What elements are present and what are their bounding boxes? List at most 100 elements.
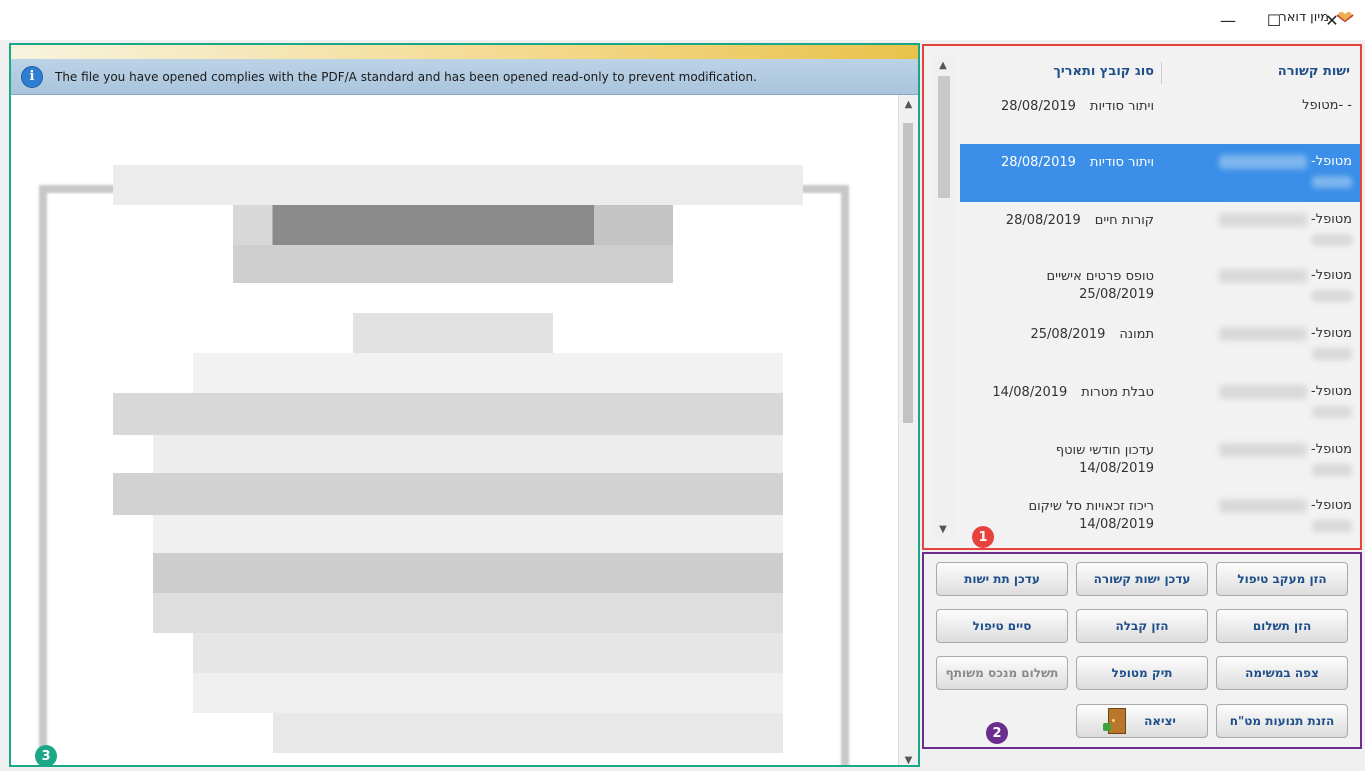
redacted-name	[1219, 212, 1307, 227]
redacted-name	[1312, 520, 1352, 532]
update-related-entity-button[interactable]: עדכן ישות קשורה	[1076, 562, 1208, 596]
row-date: 14/08/2019	[1079, 517, 1154, 532]
row-type: טופס פרטים אישיים	[1046, 269, 1154, 284]
pdf-viewer-pane: i The file you have opened complies with…	[9, 43, 920, 767]
blurred-line-4	[153, 435, 783, 473]
scroll-down-icon[interactable]: ▼	[899, 751, 918, 766]
list-scroll-down-icon[interactable]: ▼	[932, 520, 954, 538]
row-entity-cell: מטופל-	[1219, 212, 1352, 246]
header-file-type-date[interactable]: סוג קובץ ותאריך	[1053, 64, 1154, 79]
row-date: 28/08/2019	[1000, 99, 1076, 114]
viewer-scrollbar[interactable]: ▲ ▼	[898, 95, 918, 766]
row-type-date: ריכוז זכאויות סל שיקום 14/08/2019	[974, 498, 1155, 534]
blurred-line-7	[153, 553, 783, 593]
blurred-line-10	[193, 673, 783, 713]
row-type-date: טבלת מטרות 14/08/2019	[974, 384, 1154, 402]
row-entity: מטופל-	[1311, 268, 1352, 283]
list-item[interactable]: מטופל- טופס פרטים אישיים 25/08/2019	[960, 258, 1360, 316]
row-entity-cell: מטופל-	[1219, 498, 1352, 532]
row-entity-cell: מטופל-	[1219, 326, 1352, 360]
exit-label: יציאה	[1144, 714, 1176, 728]
blurred-line-8	[153, 593, 783, 633]
pdfa-info-bar: i The file you have opened complies with…	[11, 59, 918, 95]
pdf-document-page[interactable]	[11, 95, 899, 765]
list-item[interactable]: מטופל- עדכון חודשי שוטף 14/08/2019	[960, 432, 1360, 490]
redacted-name	[1219, 154, 1307, 169]
door-exit-icon	[1103, 708, 1127, 734]
file-list-pane: ▲ ▼ ישות קשורה סוג קובץ ותאריך - -מטופל …	[922, 44, 1362, 550]
row-type-date: תמונה 25/08/2019	[974, 326, 1154, 344]
view-task-button[interactable]: צפה במשימה	[1216, 656, 1348, 690]
scroll-up-icon[interactable]: ▲	[899, 95, 918, 113]
redacted-name	[1219, 384, 1307, 399]
blurred-line-11	[273, 713, 783, 753]
redacted-name	[1312, 234, 1352, 246]
row-type: עדכון חודשי שוטף	[1055, 443, 1154, 458]
enter-receipt-button[interactable]: הזן קבלה	[1076, 609, 1208, 643]
header-related-entity[interactable]: ישות קשורה	[1278, 64, 1350, 79]
row-entity: - -מטופל	[1302, 98, 1352, 113]
list-item[interactable]: - -מטופל ויתור סודיות 28/08/2019	[960, 88, 1360, 146]
row-entity-cell: מטופל-	[1219, 154, 1352, 188]
row-date: 28/08/2019	[1000, 155, 1076, 170]
redacted-name	[1312, 464, 1352, 476]
blurred-subtitle	[233, 245, 673, 283]
redacted-name	[1312, 406, 1352, 418]
redacted-name	[1219, 442, 1307, 457]
row-date: 14/08/2019	[992, 385, 1068, 400]
list-scrollbar[interactable]: ▲ ▼	[932, 54, 954, 540]
blurred-line-1	[353, 313, 553, 353]
close-button[interactable]: ✕	[1309, 0, 1355, 40]
exit-button[interactable]: יציאה	[1076, 704, 1208, 738]
list-scroll-up-icon[interactable]: ▲	[932, 56, 954, 74]
row-type-date: ויתור סודיות 28/08/2019	[974, 154, 1154, 172]
row-entity-cell: מטופל-	[1219, 442, 1352, 476]
row-type-date: קורות חיים 28/08/2019	[974, 212, 1154, 230]
redacted-name	[1219, 498, 1307, 513]
row-date: 28/08/2019	[1005, 213, 1081, 228]
blurred-line-2	[193, 353, 783, 393]
row-entity-cell: מטופל-	[1219, 384, 1352, 418]
list-header: ישות קשורה סוג קובץ ותאריך	[960, 58, 1358, 88]
update-sub-entity-button[interactable]: עדכן תת ישות	[936, 562, 1068, 596]
row-entity: מטופל-	[1311, 498, 1352, 513]
row-entity: מטופל-	[1311, 154, 1352, 169]
viewer-scroll-thumb[interactable]	[903, 123, 913, 423]
blurred-title	[233, 205, 673, 245]
row-type: טבלת מטרות	[1081, 385, 1154, 400]
redacted-name	[1219, 326, 1307, 341]
list-item[interactable]: מטופל- תמונה 25/08/2019	[960, 316, 1360, 374]
enter-payment-button[interactable]: הזן תשלום	[1216, 609, 1348, 643]
info-icon: i	[21, 65, 43, 88]
blurred-header	[113, 165, 803, 205]
row-type: תמונה	[1119, 327, 1154, 342]
shared-asset-payment-button[interactable]: תשלום מנכס משותף	[936, 656, 1068, 690]
patient-file-button[interactable]: תיק מטופל	[1076, 656, 1208, 690]
header-divider	[1161, 62, 1162, 84]
viewer-top-bar	[11, 45, 918, 59]
row-type: ריכוז זכאויות סל שיקום	[1028, 499, 1155, 514]
enter-tracking-button[interactable]: הזן מעקב טיפול	[1216, 562, 1348, 596]
row-type-date: טופס פרטים אישיים 25/08/2019	[974, 268, 1154, 304]
title-bar: מיון דואר — ☐ ✕	[0, 0, 1365, 40]
list-scroll-thumb[interactable]	[938, 76, 950, 198]
redacted-name	[1312, 348, 1352, 360]
minimize-button[interactable]: —	[1205, 0, 1251, 40]
redacted-name	[1312, 290, 1352, 302]
list-item-selected[interactable]: מטופל- ויתור סודיות 28/08/2019	[960, 144, 1360, 202]
maximize-button[interactable]: ☐	[1251, 0, 1297, 40]
row-type-date: עדכון חודשי שוטף 14/08/2019	[974, 442, 1154, 478]
list-item[interactable]: מטופל- ריכוז זכאויות סל שיקום 14/08/2019	[960, 488, 1360, 546]
row-type: ויתור סודיות	[1089, 99, 1154, 114]
row-date: 14/08/2019	[1079, 461, 1154, 476]
actions-pane: הזן מעקב טיפול עדכן ישות קשורה עדכן תת י…	[922, 552, 1362, 749]
row-entity: מטופל-	[1311, 212, 1352, 227]
row-entity: מטופל-	[1311, 326, 1352, 341]
badge-2: 2	[986, 722, 1008, 744]
redacted-name	[1312, 176, 1352, 188]
list-item[interactable]: מטופל- טבלת מטרות 14/08/2019	[960, 374, 1360, 432]
end-treatment-button[interactable]: סיים טיפול	[936, 609, 1068, 643]
badge-3: 3	[35, 745, 57, 765]
list-item[interactable]: מטופל- קורות חיים 28/08/2019	[960, 202, 1360, 260]
enter-fx-transactions-button[interactable]: הזנת תנועות מט"ח	[1216, 704, 1348, 738]
